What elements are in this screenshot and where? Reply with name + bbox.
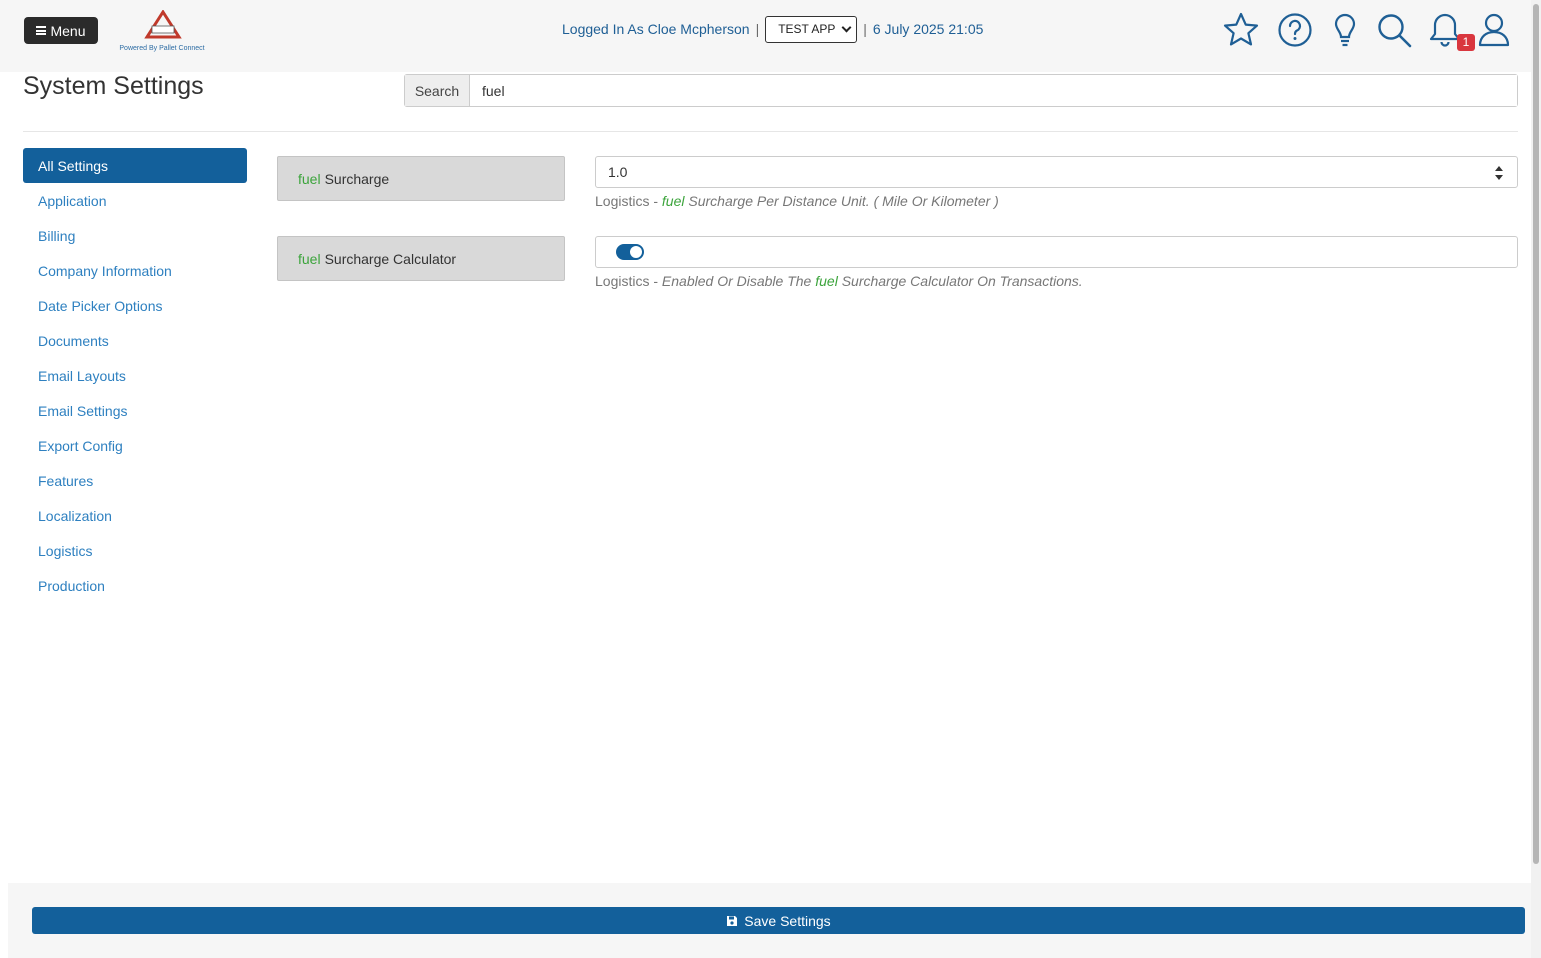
scrollbar-thumb[interactable] [1533,4,1539,864]
divider [23,131,1518,132]
help-dash: - [649,193,662,209]
search-highlight: fuel [298,250,321,267]
sidebar-item-export-config[interactable]: Export Config [23,428,247,463]
settings-sidebar: All Settings Application Billing Company… [23,148,247,603]
sidebar-item-localization[interactable]: Localization [23,498,247,533]
settings-search: Search [404,74,1518,107]
logo-triangle-icon [144,10,182,39]
fuel-surcharge-calculator-field [595,236,1518,268]
fuel-surcharge-help-text: Logistics - fuel Surcharge Per Distance … [595,193,999,209]
app-select-value: TEST APP [778,22,836,36]
star-icon[interactable] [1221,10,1261,50]
notification-badge[interactable]: 1 [1457,34,1475,51]
setting-label-text: Surcharge [324,170,390,187]
fuel-surcharge-value: 1.0 [608,164,628,180]
hamburger-icon [36,26,47,35]
app-select[interactable]: TEST APP [765,15,858,43]
search-highlight: fuel [298,170,321,187]
fuel-surcharge-calculator-help-text: Logistics - Enabled Or Disable The fuel … [595,273,1083,289]
fuel-surcharge-calculator-toggle[interactable] [616,244,644,260]
user-icon[interactable] [1474,10,1514,50]
help-category: Logistics [595,193,650,209]
search-highlight: fuel [661,193,685,209]
menu-button-label: Menu [50,22,86,39]
sidebar-item-date-picker-options[interactable]: Date Picker Options [23,288,247,323]
help-desc-before: Enabled Or Disable The [661,273,816,289]
save-icon [727,915,738,926]
sidebar-item-all-settings[interactable]: All Settings [23,148,247,183]
sidebar-item-features[interactable]: Features [23,463,247,498]
session-info: Logged In As Cloe Mcpherson | TEST APP |… [562,15,984,43]
search-addon-label: Search [405,75,470,106]
page-scrollbar[interactable] [1531,0,1541,958]
separator: | [755,21,760,37]
sidebar-item-email-settings[interactable]: Email Settings [23,393,247,428]
top-navbar: Menu Powered By Pallet Connect Logged In… [0,0,1531,72]
separator: | [863,21,867,37]
sidebar-item-company-information[interactable]: Company Information [23,253,247,288]
number-spinner-icon[interactable] [1495,166,1503,180]
logo-powered-by: Powered By Pallet Connect [119,45,205,52]
lightbulb-icon[interactable] [1325,10,1365,50]
setting-label-fuel-surcharge: fuel Surcharge [277,156,565,201]
logo[interactable]: Powered By Pallet Connect [116,8,208,56]
search-icon[interactable] [1374,10,1414,50]
sidebar-item-billing[interactable]: Billing [23,218,247,253]
setting-label-text: Surcharge Calculator [324,250,457,267]
sidebar-item-documents[interactable]: Documents [23,323,247,358]
help-desc-after: Surcharge Calculator On Transactions. [837,273,1083,289]
menu-button[interactable]: Menu [24,17,98,44]
page-title: System Settings [23,72,204,100]
help-dash: - [649,273,662,289]
sidebar-item-logistics[interactable]: Logistics [23,533,247,568]
save-settings-label: Save Settings [744,912,831,929]
save-settings-button[interactable]: Save Settings [32,907,1525,934]
search-input[interactable] [470,75,1517,106]
datetime-text: 6 July 2025 21:05 [872,21,984,37]
sidebar-item-application[interactable]: Application [23,183,247,218]
search-highlight: fuel [815,273,838,289]
help-icon[interactable] [1275,10,1315,50]
sidebar-item-email-layouts[interactable]: Email Layouts [23,358,247,393]
help-desc-after: Surcharge Per Distance Unit. ( Mile Or K… [684,193,999,209]
sidebar-item-production[interactable]: Production [23,568,247,603]
fuel-surcharge-number-input[interactable]: 1.0 [595,156,1518,188]
help-category: Logistics [595,273,650,289]
chevron-down-icon [841,22,852,32]
logged-in-text: Logged In As Cloe Mcpherson [562,21,750,37]
setting-label-fuel-surcharge-calculator: fuel Surcharge Calculator [277,236,565,281]
